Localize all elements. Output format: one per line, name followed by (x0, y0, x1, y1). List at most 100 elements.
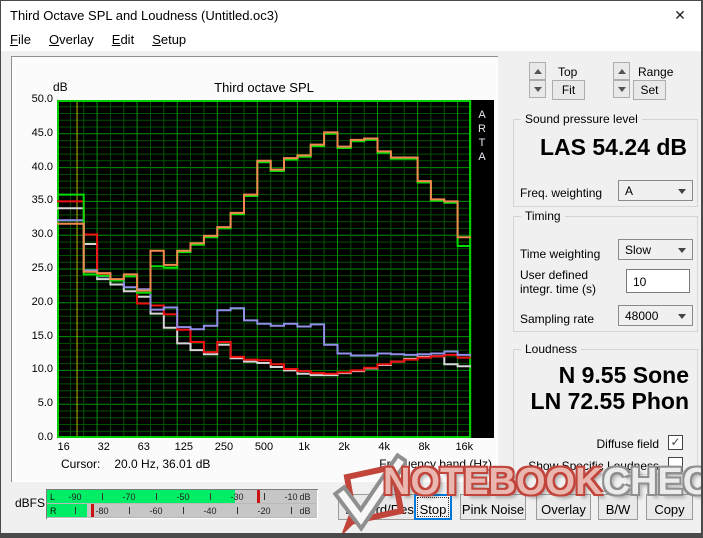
window-title: Third Octave SPL and Loudness (Untitled.… (10, 8, 279, 23)
x-tick-label: 8k (418, 441, 431, 453)
pink-noise-button[interactable]: Pink Noise (460, 494, 526, 520)
freq-weighting-value: A (625, 184, 634, 198)
arrow-down-icon (534, 87, 542, 92)
menu-item-file[interactable]: File (1, 29, 40, 47)
menu-item-overlay[interactable]: Overlay (40, 29, 103, 47)
sampling-rate-value: 48000 (625, 309, 659, 323)
top-label: Top (558, 65, 578, 79)
meter-channel-label: R (50, 506, 57, 516)
meter-scale-label: -90 (68, 492, 82, 502)
range-label: Range (638, 65, 674, 79)
meter-scale-tick (75, 507, 76, 514)
cursor-value: 20.0 Hz, 36.01 dB (114, 457, 211, 471)
copy-button[interactable]: Copy (646, 494, 693, 520)
show-specific-loudness-label: Show Specific Loudness (528, 459, 659, 473)
integr-time-label-line2: integr. time (s) (520, 282, 597, 296)
chevron-down-icon (678, 314, 686, 319)
y-tick-label: 15.0 (31, 329, 53, 342)
arrow-up-icon (618, 69, 626, 74)
sampling-rate-label: Sampling rate (520, 312, 595, 326)
spl-chart-panel: dB Third octave SPL ARTA Cursor: 20.0 Hz,… (11, 56, 498, 482)
top-spin-down-button[interactable] (529, 80, 546, 98)
x-tick-label: 16 (57, 441, 70, 453)
b-w-button[interactable]: B/W (598, 494, 638, 520)
cursor-label: Cursor: (61, 457, 101, 471)
freq-weighting-label: Freq. weighting (520, 186, 603, 200)
chevron-down-icon (678, 189, 686, 194)
time-weighting-value: Slow (625, 243, 652, 257)
meter-scale-tick (129, 507, 130, 514)
arta-logo-letter: R (478, 123, 486, 135)
meter-scale-label: -20 (257, 506, 271, 516)
x-tick-label: 32 (97, 441, 110, 453)
arta-logo-letter: T (479, 137, 486, 149)
stop-button[interactable]: Stop (414, 494, 452, 520)
x-tick-label: 2k (338, 441, 350, 453)
fit-button[interactable]: Fit (552, 80, 585, 100)
show-specific-loudness-checkbox[interactable] (668, 457, 683, 472)
cursor-readout: Cursor: 20.0 Hz, 36.01 dB (61, 457, 210, 471)
range-spin-up-button[interactable] (613, 62, 630, 80)
loudness-group: Loudness N 9.55 Sone LN 72.55 Phon Diffu… (513, 342, 698, 475)
title-bar: Third Octave SPL and Loudness (Untitled.… (1, 1, 701, 29)
freq-weighting-select[interactable]: A (618, 180, 693, 201)
meter-scale-tick (156, 493, 157, 500)
meter-row-r: R -80 -60 -40 -20 dB (47, 504, 317, 517)
meter-scale-label: -80 (95, 506, 109, 516)
menu-item-setup[interactable]: Setup (143, 29, 195, 47)
arrow-down-icon (618, 87, 626, 92)
y-tick-label: 25.0 (31, 262, 53, 274)
chevron-down-icon (678, 248, 686, 253)
time-weighting-select[interactable]: Slow (618, 239, 693, 260)
timing-group: Timing Time weighting Slow User defined … (513, 209, 698, 332)
meter-scale-label: -50 (176, 492, 190, 502)
meter-channel-label: L (50, 492, 56, 502)
sound-pressure-level-group: Sound pressure level LAS 54.24 dB Freq. … (513, 112, 698, 207)
range-spin-down-button[interactable] (613, 80, 630, 98)
arta-logo-letter: A (478, 109, 486, 121)
x-tick-label: 4k (378, 441, 390, 453)
y-tick-label: 10.0 (31, 363, 53, 376)
x-tick-label: 125 (174, 441, 194, 453)
meter-unit-label: dB (299, 492, 311, 502)
overlay-button[interactable]: Overlay (536, 494, 591, 520)
set-button[interactable]: Set (633, 80, 666, 100)
integr-time-input[interactable]: 10 (626, 269, 690, 293)
sampling-rate-select[interactable]: 48000 (618, 305, 693, 326)
meter-scale-label: -40 (203, 506, 217, 516)
spl-plot[interactable]: ARTA (57, 100, 494, 438)
diffuse-field-checkbox[interactable]: ✓ (668, 435, 683, 450)
level-meter: L -90 -70 -50 -30 -10 dB R -80 -60 -40 -20 dB (46, 489, 318, 519)
meter-scale-tick (183, 507, 184, 514)
chart-title: Third octave SPL (214, 80, 314, 95)
meter-scale-label: -60 (149, 506, 163, 516)
app-window: Third Octave SPL and Loudness (Untitled.… (0, 0, 703, 538)
meter-scale-tick (210, 493, 211, 500)
meter-scale-label: -70 (122, 492, 136, 502)
x-tick-label: 500 (254, 441, 274, 453)
x-axis-label: Frequency band (Hz) (379, 457, 492, 471)
meter-scale-tick (237, 507, 238, 514)
y-tick-label: 50.0 (31, 93, 53, 105)
x-tick-label: 250 (214, 441, 234, 453)
close-icon[interactable]: ✕ (669, 6, 691, 25)
integr-time-label-line1: User defined (520, 268, 589, 282)
arta-logo-letter: A (478, 151, 486, 163)
arrow-up-icon (534, 69, 542, 74)
meter-scale-tick (264, 493, 265, 500)
meter-row-l: L -90 -70 -50 -30 -10 dB (47, 490, 317, 503)
menu-item-edit[interactable]: Edit (103, 29, 143, 47)
loudness-sone-value: N 9.55 Sone (558, 362, 689, 388)
y-tick-label: 35.0 (31, 194, 53, 207)
spl-group-legend: Sound pressure level (521, 112, 642, 126)
y-tick-label: 45.0 (31, 126, 53, 139)
timing-group-legend: Timing (521, 209, 565, 223)
y-tick-label: 30.0 (31, 228, 53, 241)
dbfs-label: dBFS (15, 496, 46, 510)
menu-bar: File Overlay Edit Setup (1, 29, 701, 51)
top-spin-up-button[interactable] (529, 62, 546, 80)
meter-peak-indicator (257, 490, 260, 503)
x-tick-label: 63 (137, 441, 150, 453)
loudness-group-legend: Loudness (521, 342, 582, 356)
time-weighting-label: Time weighting (520, 247, 601, 261)
